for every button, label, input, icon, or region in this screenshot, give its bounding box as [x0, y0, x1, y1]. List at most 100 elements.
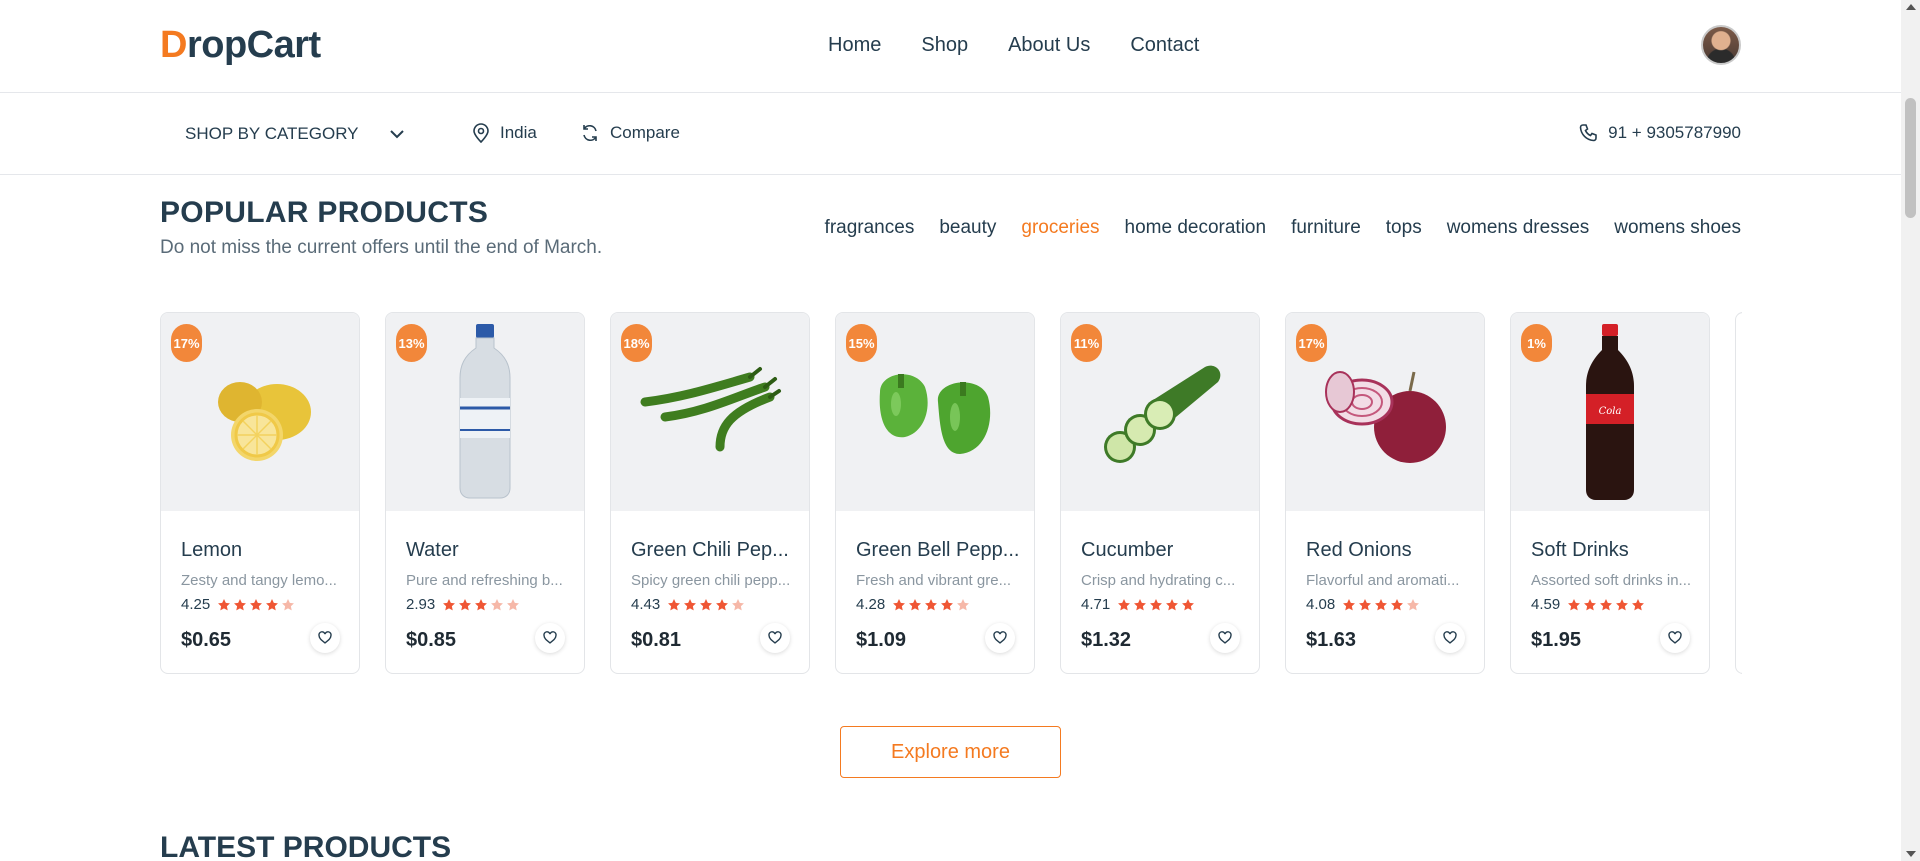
product-name[interactable]: Soft Drinks	[1531, 539, 1629, 562]
nav-contact-link[interactable]: Contact	[1130, 34, 1199, 57]
scroll-up-arrow-icon[interactable]	[1906, 4, 1916, 10]
category-filter-tabs: fragrances beauty groceries home decoration…	[825, 217, 1741, 239]
wishlist-button[interactable]	[760, 623, 790, 653]
product-name[interactable]: Water	[406, 539, 459, 562]
section-subtitle: Do not miss the current offers until the…	[160, 237, 603, 258]
product-image[interactable]: 18%	[611, 313, 809, 511]
category-bar: SHOP BY CATEGORY India Compare 91 + 9305…	[0, 93, 1901, 175]
star-icon	[1166, 598, 1179, 610]
scrollbar-thumb[interactable]	[1905, 98, 1916, 218]
product-rating: 4.71	[1081, 596, 1195, 613]
product-rating: 4.28	[856, 596, 970, 613]
star-icon	[925, 598, 938, 610]
location-selector[interactable]: India	[472, 123, 537, 143]
wishlist-button[interactable]	[310, 623, 340, 653]
wishlist-button[interactable]	[1660, 623, 1690, 653]
user-avatar[interactable]	[1701, 25, 1741, 65]
product-description: Zesty and tangy lemo...	[181, 572, 337, 589]
product-card[interactable]: 13% Water Pure and refreshing b... 2.93 $0.8…	[385, 312, 585, 674]
star-icon	[909, 598, 922, 610]
filter-tab-home-decoration[interactable]: home decoration	[1125, 217, 1267, 239]
wishlist-button[interactable]	[1210, 623, 1240, 653]
rating-value: 4.08	[1306, 596, 1336, 613]
heart-icon	[318, 631, 332, 644]
rating-stars	[1117, 598, 1195, 612]
product-card[interactable]: 1% Cola Soft Drinks Assorted soft drinks in…	[1510, 312, 1710, 674]
star-icon	[893, 598, 906, 610]
star-icon	[1632, 598, 1645, 610]
product-image[interactable]: 1% Cola	[1511, 313, 1709, 511]
star-icon	[250, 598, 263, 610]
wishlist-button[interactable]	[985, 623, 1015, 653]
nav-home-link[interactable]: Home	[828, 34, 881, 57]
product-rating: 4.08	[1306, 596, 1420, 613]
latest-products-title: LATEST PRODUCTS	[160, 831, 452, 861]
product-image[interactable]: 15%	[836, 313, 1034, 511]
heart-icon	[1218, 631, 1232, 644]
filter-tab-groceries[interactable]: groceries	[1021, 217, 1099, 239]
filter-tab-womens-shoes[interactable]: womens shoes	[1614, 217, 1741, 239]
product-description: Flavorful and aromati...	[1306, 572, 1460, 589]
star-icon	[459, 598, 472, 610]
star-icon	[443, 598, 456, 610]
page-scrollbar[interactable]	[1901, 0, 1920, 861]
nav-shop-link[interactable]: Shop	[921, 34, 968, 57]
product-card[interactable]: 18% Green Chili Pep... Spicy green chili p…	[610, 312, 810, 674]
product-rating: 4.43	[631, 596, 745, 613]
star-icon	[266, 598, 279, 610]
star-icon	[1584, 598, 1597, 610]
heart-icon	[1668, 631, 1682, 644]
wishlist-button[interactable]	[1435, 623, 1465, 653]
product-rating: 4.59	[1531, 596, 1645, 613]
star-icon	[1375, 598, 1388, 610]
shop-by-category-dropdown[interactable]: SHOP BY CATEGORY	[185, 124, 407, 144]
star-icon	[716, 598, 729, 610]
product-image[interactable]: 17%	[161, 313, 359, 511]
product-name[interactable]: Green Bell Pepp...	[856, 539, 1019, 562]
phone-contact[interactable]: 91 + 9305787990	[1578, 123, 1741, 143]
discount-badge: 18%	[621, 324, 652, 362]
filter-tab-tops[interactable]: tops	[1386, 217, 1422, 239]
product-image[interactable]: 11%	[1061, 313, 1259, 511]
product-name[interactable]: Red Onions	[1306, 539, 1412, 562]
product-name[interactable]: Green Chili Pep...	[631, 539, 789, 562]
product-name[interactable]: Lemon	[181, 539, 242, 562]
explore-more-button[interactable]: Explore more	[840, 726, 1061, 778]
product-card-partial[interactable]	[1735, 312, 1742, 674]
product-price: $0.65	[181, 629, 232, 651]
rating-value: 2.93	[406, 596, 436, 613]
star-icon	[732, 598, 745, 610]
product-image[interactable]: 17%	[1286, 313, 1484, 511]
rating-stars	[442, 598, 520, 612]
product-card[interactable]: 17% Red Onions Flavorful and aromati... 4.0…	[1285, 312, 1485, 674]
location-label: India	[500, 123, 537, 142]
rating-value: 4.28	[856, 596, 886, 613]
product-price: $0.85	[406, 629, 457, 651]
product-image[interactable]: 13%	[386, 313, 584, 511]
filter-tab-beauty[interactable]: beauty	[939, 217, 996, 239]
rating-stars	[892, 598, 970, 612]
star-icon	[1134, 598, 1147, 610]
product-card[interactable]: 11% Cucumber Crisp and hydrating c... 4.71 $…	[1060, 312, 1260, 674]
scroll-down-arrow-icon[interactable]	[1906, 851, 1916, 857]
star-icon	[957, 598, 970, 610]
chevron-down-icon	[389, 130, 404, 139]
star-icon	[1616, 598, 1629, 610]
wishlist-button[interactable]	[535, 623, 565, 653]
nav-about-link[interactable]: About Us	[1008, 34, 1090, 57]
star-icon	[1568, 598, 1581, 610]
product-description: Crisp and hydrating c...	[1081, 572, 1236, 589]
filter-tab-fragrances[interactable]: fragrances	[825, 217, 915, 239]
product-name[interactable]: Cucumber	[1081, 539, 1173, 562]
compare-link[interactable]: Compare	[580, 123, 680, 143]
rating-value: 4.59	[1531, 596, 1561, 613]
filter-tab-furniture[interactable]: furniture	[1291, 217, 1361, 239]
product-price: $0.81	[631, 629, 682, 651]
product-card[interactable]: 17% Lemon Zesty and tangy lemo... 4.25 $0.65	[160, 312, 360, 674]
logo[interactable]: DropCart	[160, 24, 321, 67]
star-icon	[507, 598, 520, 610]
page: DropCart Home Shop About Us Contact SHOP…	[0, 0, 1901, 861]
filter-tab-womens-dresses[interactable]: womens dresses	[1447, 217, 1590, 239]
star-icon	[1343, 598, 1356, 610]
product-card[interactable]: 15% Green Bell Pepp... Fresh and vibrant g…	[835, 312, 1035, 674]
